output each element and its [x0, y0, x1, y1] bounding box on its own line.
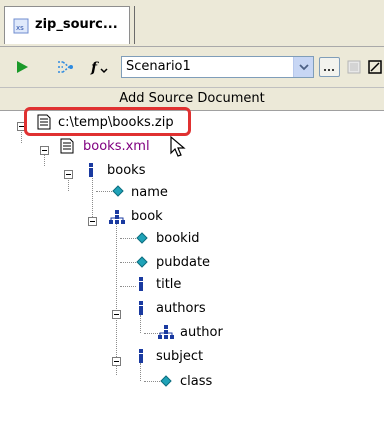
- attribute-icon: [136, 256, 148, 268]
- element-icon: [139, 301, 143, 315]
- tree-item-name[interactable]: name: [131, 185, 168, 200]
- attribute-icon: [112, 185, 124, 197]
- expander-collapse[interactable]: [40, 146, 49, 155]
- tree-line: [120, 238, 136, 239]
- tree-item-bookid[interactable]: bookid: [156, 231, 200, 246]
- xsd-file-icon: xs: [13, 18, 29, 34]
- attribute-icon: [160, 375, 172, 387]
- tree-item-subject[interactable]: subject: [156, 349, 203, 364]
- options-button[interactable]: [366, 57, 384, 77]
- element-icon: [139, 277, 143, 291]
- expander-collapse[interactable]: [64, 170, 73, 179]
- tree-item-title[interactable]: title: [156, 277, 181, 292]
- svg-text:f: f: [90, 60, 100, 76]
- source-tree: c:\temp\books.zip books.xml books name b…: [0, 111, 384, 445]
- function-button[interactable]: f: [88, 57, 112, 77]
- tree-line: [96, 191, 112, 192]
- run-button[interactable]: [12, 57, 32, 77]
- tree-item-books-xml[interactable]: books.xml: [83, 139, 150, 154]
- document-tab[interactable]: xs zip_sourc...: [4, 6, 130, 44]
- tree-item-books[interactable]: books: [107, 163, 145, 178]
- tree-line: [140, 363, 141, 381]
- tree-line: [92, 173, 93, 217]
- mouse-pointer-icon: [170, 135, 186, 157]
- settings-icon: [368, 60, 382, 74]
- mapping-icon: [58, 61, 73, 73]
- tree-line: [120, 262, 136, 263]
- chevron-down-icon: [298, 64, 309, 71]
- ellipsis-button[interactable]: [319, 57, 340, 77]
- svg-text:xs: xs: [16, 24, 24, 32]
- play-icon: [17, 61, 28, 73]
- highlight-annotation: [24, 107, 191, 136]
- tree-line: [116, 221, 117, 375]
- document-icon: [60, 138, 74, 154]
- expander-collapse[interactable]: [112, 357, 121, 366]
- tab-title: zip_sourc...: [35, 17, 118, 32]
- tree-item-class[interactable]: class: [180, 374, 212, 389]
- function-icon: f: [90, 60, 108, 76]
- toolbar: f Scenario1: [0, 47, 384, 87]
- tree-item-authors[interactable]: authors: [156, 301, 206, 316]
- tree-item-pubdate[interactable]: pubdate: [156, 255, 210, 270]
- tree-item-author[interactable]: author: [180, 325, 223, 340]
- element-icon: [89, 163, 93, 177]
- tree-line: [140, 315, 141, 333]
- tree-item-book[interactable]: book: [131, 209, 163, 224]
- complex-element-icon: [109, 210, 125, 224]
- scenario-dropdown-button[interactable]: [293, 57, 313, 77]
- tree-line: [120, 286, 136, 287]
- disabled-tool-button[interactable]: [345, 57, 363, 77]
- tab-divider: [134, 6, 135, 44]
- mapping-button[interactable]: [54, 57, 78, 77]
- grid-icon: [347, 60, 361, 74]
- tree-line: [144, 381, 160, 382]
- scenario-value: Scenario1: [126, 59, 191, 74]
- attribute-icon: [136, 232, 148, 244]
- complex-element-icon: [158, 325, 174, 339]
- ellipsis-icon: [324, 69, 334, 71]
- expander-collapse[interactable]: [112, 310, 121, 319]
- expander-collapse[interactable]: [88, 217, 97, 226]
- tree-line: [21, 129, 22, 143]
- tab-strip: xs zip_sourc...: [0, 0, 384, 47]
- element-icon: [139, 349, 143, 363]
- scenario-select[interactable]: Scenario1: [121, 56, 314, 78]
